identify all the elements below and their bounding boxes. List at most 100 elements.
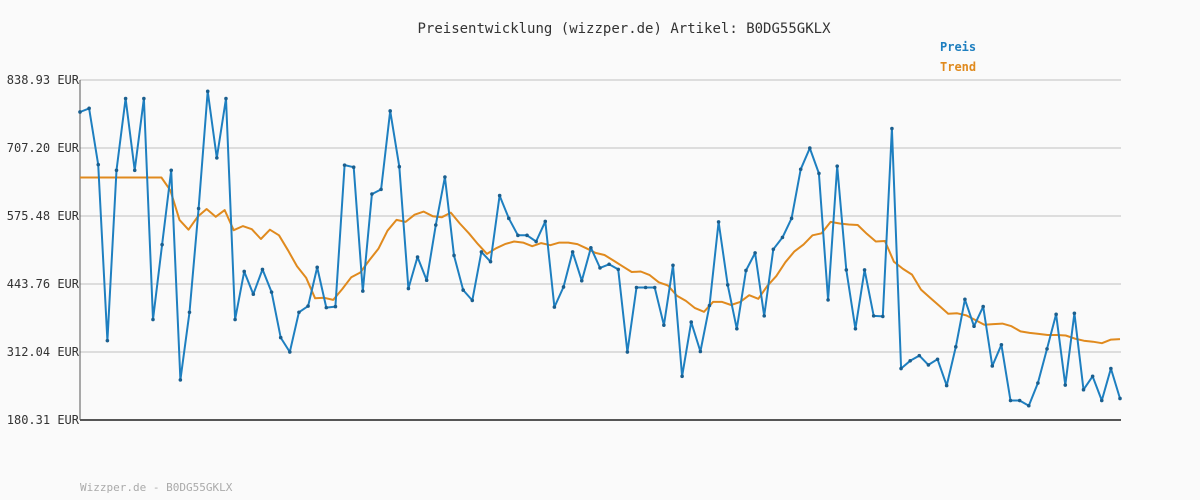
legend-item-trend: Trend <box>940 60 976 74</box>
data-point <box>853 326 858 331</box>
data-point <box>561 285 566 289</box>
data-point <box>798 167 803 172</box>
data-point <box>187 310 192 315</box>
data-point <box>826 298 830 302</box>
data-point <box>789 216 794 221</box>
data-point <box>1099 398 1104 403</box>
data-point <box>114 168 119 173</box>
data-point <box>361 289 365 293</box>
data-point <box>643 285 648 290</box>
data-point <box>388 109 392 113</box>
data-point <box>78 110 82 114</box>
data-point <box>370 192 374 196</box>
data-point <box>315 265 319 270</box>
data-point <box>1090 374 1095 379</box>
data-point <box>1081 387 1086 392</box>
data-point <box>570 250 575 254</box>
data-point <box>981 304 985 309</box>
data-point <box>516 233 520 238</box>
data-point <box>972 324 976 329</box>
data-point <box>260 267 265 272</box>
data-point <box>908 358 912 363</box>
data-point <box>433 223 438 227</box>
data-point <box>890 126 894 131</box>
data-point <box>698 349 703 354</box>
data-point <box>269 290 274 294</box>
data-point <box>579 278 584 283</box>
data-point <box>470 298 475 303</box>
data-point <box>725 283 730 287</box>
data-point <box>297 310 301 315</box>
data-point <box>817 171 821 176</box>
data-point <box>616 267 621 272</box>
data-point <box>196 206 201 211</box>
data-point <box>963 297 967 302</box>
data-point <box>178 378 183 382</box>
data-point <box>944 383 949 388</box>
data-point <box>671 263 675 268</box>
data-point <box>716 220 721 224</box>
data-point <box>1118 396 1122 401</box>
data-point <box>461 288 465 292</box>
data-point <box>452 253 456 258</box>
data-point <box>999 342 1004 347</box>
y-tick-label: 312.04 EUR <box>7 345 80 359</box>
y-tick-label: 575.48 EUR <box>7 209 80 223</box>
data-point <box>1026 403 1031 408</box>
data-point <box>96 162 101 167</box>
data-point <box>744 268 748 273</box>
data-point <box>926 363 931 367</box>
data-point <box>634 285 639 290</box>
data-point <box>333 304 338 309</box>
data-point <box>680 374 684 379</box>
data-point <box>233 317 237 322</box>
data-point <box>105 338 110 343</box>
data-point <box>525 233 529 238</box>
data-point <box>935 357 940 362</box>
footer-text: Wizzper.de - B0DG55GKLX <box>80 481 233 494</box>
data-point <box>397 164 402 169</box>
series-layer <box>78 89 1122 408</box>
data-point <box>488 259 493 264</box>
data-point <box>780 235 785 240</box>
price-chart: Preisentwicklung (wizzper.de) Artikel: B… <box>0 0 1200 500</box>
data-point <box>881 314 885 319</box>
data-point <box>871 314 876 318</box>
data-point <box>224 96 228 101</box>
series-line-preis <box>79 90 1121 407</box>
chart-title: Preisentwicklung (wizzper.de) Artikel: B… <box>417 21 831 37</box>
data-point <box>552 305 557 309</box>
data-point <box>1109 366 1113 371</box>
data-point <box>443 175 447 179</box>
data-point <box>379 187 383 192</box>
data-point <box>662 323 666 327</box>
data-point <box>506 216 511 221</box>
data-point <box>735 326 739 331</box>
data-point <box>132 168 137 173</box>
data-point <box>242 269 247 274</box>
data-point <box>652 285 657 290</box>
chart-canvas: Preisentwicklung (wizzper.de) Artikel: B… <box>7 21 1122 494</box>
data-point <box>899 366 903 371</box>
data-point <box>707 303 712 308</box>
data-point <box>215 156 219 160</box>
data-point <box>1008 398 1013 403</box>
data-point <box>844 268 849 272</box>
data-point <box>762 314 767 318</box>
data-point <box>689 320 694 324</box>
data-point <box>351 165 356 170</box>
data-point <box>342 163 347 167</box>
data-point <box>917 353 922 358</box>
data-point <box>835 164 839 168</box>
data-point <box>160 242 164 247</box>
data-point <box>534 239 538 244</box>
data-point <box>589 245 593 250</box>
data-point <box>1054 312 1058 317</box>
data-point <box>497 193 502 198</box>
data-point <box>123 96 128 101</box>
data-point <box>1072 311 1077 316</box>
data-point <box>406 286 411 291</box>
y-tick-label: 180.31 EUR <box>7 413 80 427</box>
data-point <box>753 251 757 255</box>
data-point <box>479 250 484 254</box>
